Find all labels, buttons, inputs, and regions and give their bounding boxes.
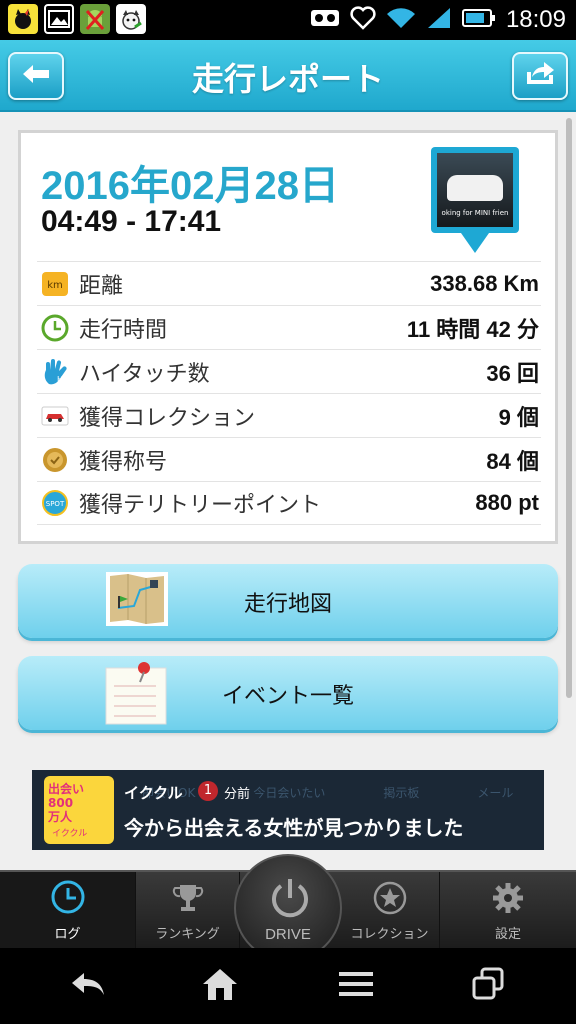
- stat-row-hi-touch: Hi ハイタッチ数 36 回: [37, 349, 541, 393]
- wifi-icon: [386, 6, 416, 34]
- tab-label: ランキング: [155, 927, 220, 942]
- svg-text:Hi: Hi: [57, 375, 65, 384]
- stat-row-titles: 獲得称号 84 個: [37, 437, 541, 481]
- star-icon: [373, 881, 407, 919]
- stat-value: 11 時間 42 分: [406, 316, 539, 342]
- voicemail-icon: [310, 7, 340, 33]
- ad-logo-sub: イククル: [52, 829, 88, 839]
- driving-map-button[interactable]: 走行地図: [18, 564, 558, 638]
- medal-icon: [41, 446, 69, 474]
- stat-label: 走行時間: [79, 317, 168, 343]
- cat-app-icon: [8, 4, 38, 34]
- ad-bg-item: メール: [477, 786, 514, 800]
- location-photo-pin[interactable]: oking for MINI frien: [431, 147, 519, 255]
- km-icon: km: [41, 270, 69, 298]
- event-list-label: イベント一覧: [221, 684, 354, 709]
- report-date: 2016年02月28日: [41, 164, 339, 208]
- gallery-icon: [44, 4, 74, 34]
- tab-ranking[interactable]: ランキング: [136, 872, 240, 950]
- stat-value: 36 回: [486, 360, 539, 386]
- nav-menu-button[interactable]: [334, 966, 378, 1006]
- stat-row-driving-time: 走行時間 11 時間 42 分: [37, 305, 541, 349]
- tab-label: 設定: [494, 927, 521, 942]
- android-app-icon: [80, 4, 110, 34]
- car-icon: [41, 402, 69, 430]
- nav-home-button[interactable]: [198, 966, 242, 1006]
- dog-app-icon: [116, 4, 146, 34]
- drive-label: DRIVE: [265, 926, 311, 943]
- stat-row-territory: SPOT 獲得テリトリーポイント 880 pt: [37, 481, 541, 525]
- system-nav-bar: [0, 948, 576, 1024]
- stat-label: ハイタッチ数: [79, 361, 210, 387]
- battery-icon: [461, 7, 496, 33]
- clock-time: 18:09: [505, 6, 566, 33]
- svg-text:SPOT: SPOT: [46, 500, 65, 508]
- scrollbar[interactable]: [566, 118, 572, 698]
- tab-log[interactable]: ログ: [0, 872, 136, 950]
- back-icon: [68, 969, 108, 1003]
- ad-logo-line: 万人: [48, 810, 73, 824]
- trophy-icon: [171, 881, 205, 919]
- car-photo: oking for MINI frien: [437, 153, 513, 227]
- stat-value: 338.68 Km: [430, 270, 539, 296]
- app-header: 走行レポート: [0, 40, 576, 112]
- stats-list: km 距離 338.68 Km 走行時間 11 時間 42 分 Hi ハイタッチ…: [37, 261, 541, 525]
- clock-icon: [41, 314, 69, 342]
- tab-label: ログ: [54, 927, 81, 942]
- ad-bg-item: 今日会いたい: [253, 786, 326, 800]
- status-bar: 18:09: [0, 0, 576, 40]
- ad-banner[interactable]: 即会いOK 今日会いたい 掲示板 メール 出会い 800 万人 イククル イクク…: [32, 770, 544, 850]
- ad-badge: 1: [198, 781, 218, 801]
- home-icon: [200, 966, 240, 1006]
- drive-button[interactable]: DRIVE: [234, 854, 342, 962]
- clock-icon: [50, 879, 86, 919]
- stat-value: 9 個: [498, 404, 539, 430]
- hi-touch-icon: Hi: [41, 358, 69, 386]
- recents-icon: [470, 966, 506, 1006]
- signal-icon: [426, 6, 452, 34]
- report-time-range: 04:49 - 17:41: [41, 205, 222, 238]
- stat-label: 獲得称号: [79, 449, 168, 475]
- heart-app-icon: [350, 6, 376, 34]
- gear-icon: [491, 881, 525, 919]
- photo-caption: oking for MINI frien: [441, 209, 509, 217]
- svg-text:km: km: [47, 280, 63, 291]
- menu-icon: [337, 969, 375, 1003]
- ad-bg-item: 掲示板: [383, 786, 420, 800]
- share-arrow-icon: [524, 60, 556, 92]
- system-icons: 18:09: [310, 4, 566, 36]
- driving-map-label: 走行地図: [243, 592, 332, 617]
- tab-label: コレクション: [350, 927, 429, 942]
- stat-label: 獲得コレクション: [79, 405, 256, 431]
- power-icon: [268, 876, 312, 924]
- ad-brand: イククル: [124, 784, 183, 802]
- stat-value: 84 個: [486, 448, 539, 474]
- spot-icon: SPOT: [41, 489, 69, 517]
- stat-row-distance: km 距離 338.68 Km: [37, 261, 541, 305]
- ad-logo-line: 出会い: [48, 782, 85, 796]
- nav-back-button[interactable]: [66, 966, 110, 1006]
- share-button[interactable]: [512, 52, 568, 100]
- notification-icons: [8, 4, 146, 34]
- stat-value: 880 pt: [475, 490, 539, 515]
- stat-label: 距離: [79, 273, 124, 299]
- ad-logo-line: 800: [48, 796, 74, 810]
- nav-recents-button[interactable]: [466, 966, 510, 1006]
- event-list-button[interactable]: イベント一覧: [18, 656, 558, 730]
- ad-logo: 出会い 800 万人 イククル: [44, 776, 114, 844]
- page-title: 走行レポート: [191, 60, 384, 98]
- report-card: 2016年02月28日 04:49 - 17:41 oking for MINI…: [18, 130, 558, 544]
- ad-time: 分前: [224, 787, 251, 802]
- stat-row-collection: 獲得コレクション 9 個: [37, 393, 541, 437]
- tab-settings[interactable]: 設定: [440, 872, 576, 950]
- ad-message: 今から出会える女性が見つかりました: [124, 816, 464, 840]
- tab-collection[interactable]: コレクション: [340, 872, 440, 950]
- stat-label: 獲得テリトリーポイント: [79, 493, 322, 518]
